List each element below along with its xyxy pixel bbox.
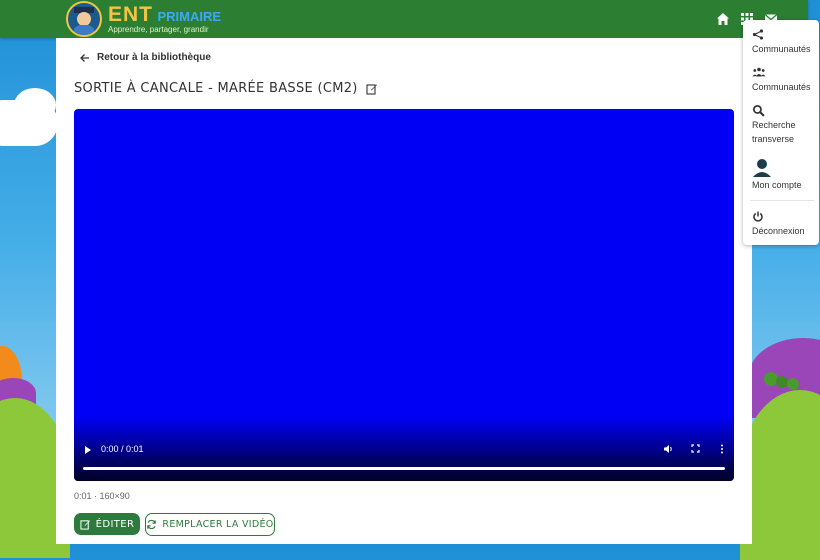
logo-avatar-icon: [66, 1, 102, 37]
menu-item-label: Communautés: [752, 82, 811, 92]
arrow-left-icon: [80, 53, 89, 62]
background-tree: [787, 378, 799, 390]
group-icon: [752, 67, 766, 77]
menu-item-mon-compte[interactable]: Mon compte: [752, 158, 816, 192]
top-navbar: ENT PRIMAIRE Apprendre, partager, grandi…: [0, 0, 808, 38]
video-time: 0:00 / 0:01: [101, 444, 144, 454]
share-icon: [752, 29, 764, 40]
menu-item-label: Communautés: [752, 44, 811, 54]
video-progress-bar[interactable]: [83, 467, 725, 470]
video-meta: 0:01 · 160×90: [74, 491, 130, 501]
video-controls: 0:00 / 0:01: [74, 435, 734, 481]
edit-icon: [80, 519, 90, 530]
menu-item-recherche[interactable]: Recherche transverse: [752, 104, 816, 146]
menu-item-communautes-group[interactable]: Communautés: [752, 66, 816, 94]
menu-item-communautes-share[interactable]: Communautés: [752, 28, 816, 56]
volume-icon[interactable]: [663, 444, 674, 454]
page-title: SORTIE À CANCALE - MARÉE BASSE (CM2): [74, 81, 378, 96]
edit-label: ÉDITER: [95, 518, 135, 530]
background-cloud: [14, 88, 56, 122]
edit-button[interactable]: ÉDITER: [74, 513, 140, 535]
media-title: SORTIE À CANCALE - MARÉE BASSE (CM2): [74, 81, 358, 96]
replace-label: REMPLACER LA VIDÉO: [162, 519, 274, 530]
refresh-icon: [147, 519, 157, 530]
menu-item-label: Mon compte: [752, 180, 802, 190]
edit-title-icon[interactable]: [366, 83, 378, 95]
search-icon: [752, 104, 765, 117]
ent-logo[interactable]: ENT PRIMAIRE Apprendre, partager, grandi…: [66, 1, 221, 37]
home-icon[interactable]: [716, 12, 730, 26]
menu-item-deconnexion[interactable]: Déconnexion: [752, 210, 816, 238]
fullscreen-icon[interactable]: [691, 444, 700, 453]
media-detail-card: Retour à la bibliothèque SORTIE À CANCAL…: [56, 38, 752, 544]
user-dropdown-menu: Communautés Communautés Recherche transv…: [743, 20, 819, 245]
logo-brand-main: ENT: [108, 3, 153, 26]
power-icon: [753, 211, 763, 222]
more-options-icon[interactable]: [720, 444, 724, 454]
menu-item-label: Recherche transverse: [752, 120, 796, 144]
back-to-library-link[interactable]: Retour à la bibliothèque: [80, 52, 211, 63]
back-label: Retour à la bibliothèque: [97, 52, 211, 63]
logo-tagline: Apprendre, partager, grandir: [108, 25, 209, 34]
menu-item-label: Déconnexion: [752, 226, 805, 236]
menu-separator: [750, 200, 814, 201]
video-player[interactable]: 0:00 / 0:01: [74, 109, 734, 481]
play-icon[interactable]: [84, 445, 92, 455]
logo-text: ENT PRIMAIRE Apprendre, partager, grandi…: [108, 4, 221, 34]
replace-video-button[interactable]: REMPLACER LA VIDÉO: [145, 513, 275, 536]
logo-brand-sub: PRIMAIRE: [157, 9, 222, 24]
user-icon: [753, 159, 771, 177]
